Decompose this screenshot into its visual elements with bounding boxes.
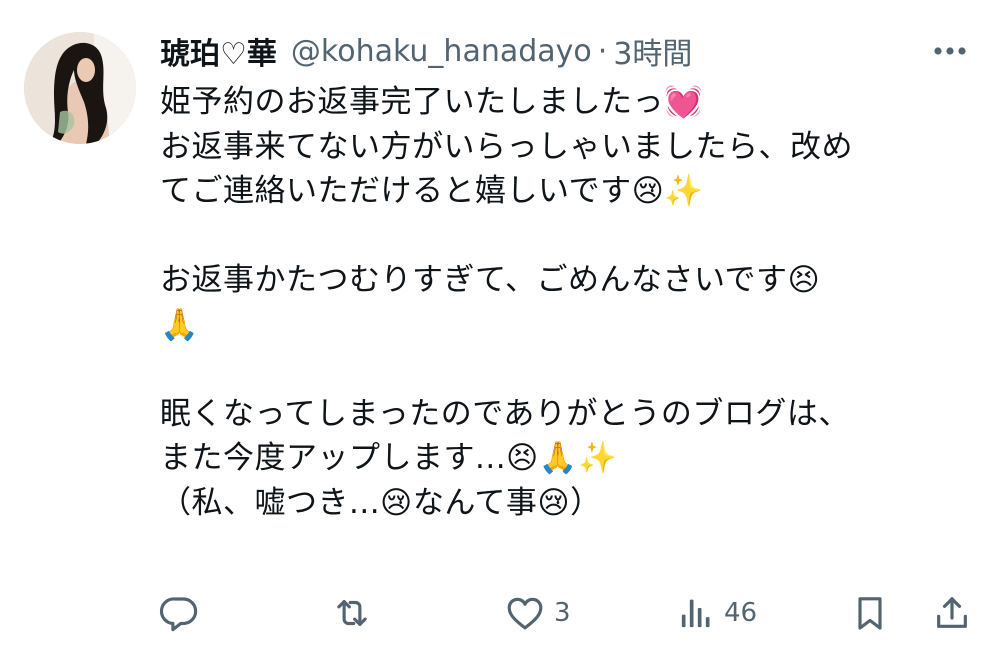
like-count: 3 [554, 598, 571, 628]
reply-icon [159, 597, 198, 632]
views-button[interactable]: 46 [676, 590, 757, 636]
tweet-actions: 3 46 [158, 590, 978, 636]
display-name[interactable]: 琥珀♡華 [160, 29, 277, 73]
tweet-header: 琥珀♡華 @kohaku_hanadayo · 3時間 [160, 28, 980, 74]
views-count: 46 [724, 598, 758, 628]
bookmark-icon [858, 597, 882, 630]
timestamp[interactable]: 3時間 [613, 29, 692, 73]
share-button[interactable] [932, 590, 972, 636]
retweet-button[interactable] [330, 590, 382, 636]
tweet-text: 姫予約のお返事完了いたしましたっ💓 お返事来てない方がいらっしゃいましたら、改め… [160, 84, 853, 521]
heart-icon [507, 597, 543, 630]
user-handle[interactable]: @kohaku_hanadayo [291, 34, 592, 69]
share-icon [937, 597, 967, 628]
reply-button[interactable] [158, 590, 208, 636]
views-chart-icon [681, 599, 710, 628]
like-button[interactable]: 3 [504, 590, 571, 636]
avatar[interactable] [24, 32, 136, 144]
separator-dot: · [597, 33, 608, 69]
more-horizontal-icon[interactable] [928, 34, 972, 68]
bookmark-button[interactable] [850, 590, 890, 636]
retweet-icon [337, 600, 367, 626]
